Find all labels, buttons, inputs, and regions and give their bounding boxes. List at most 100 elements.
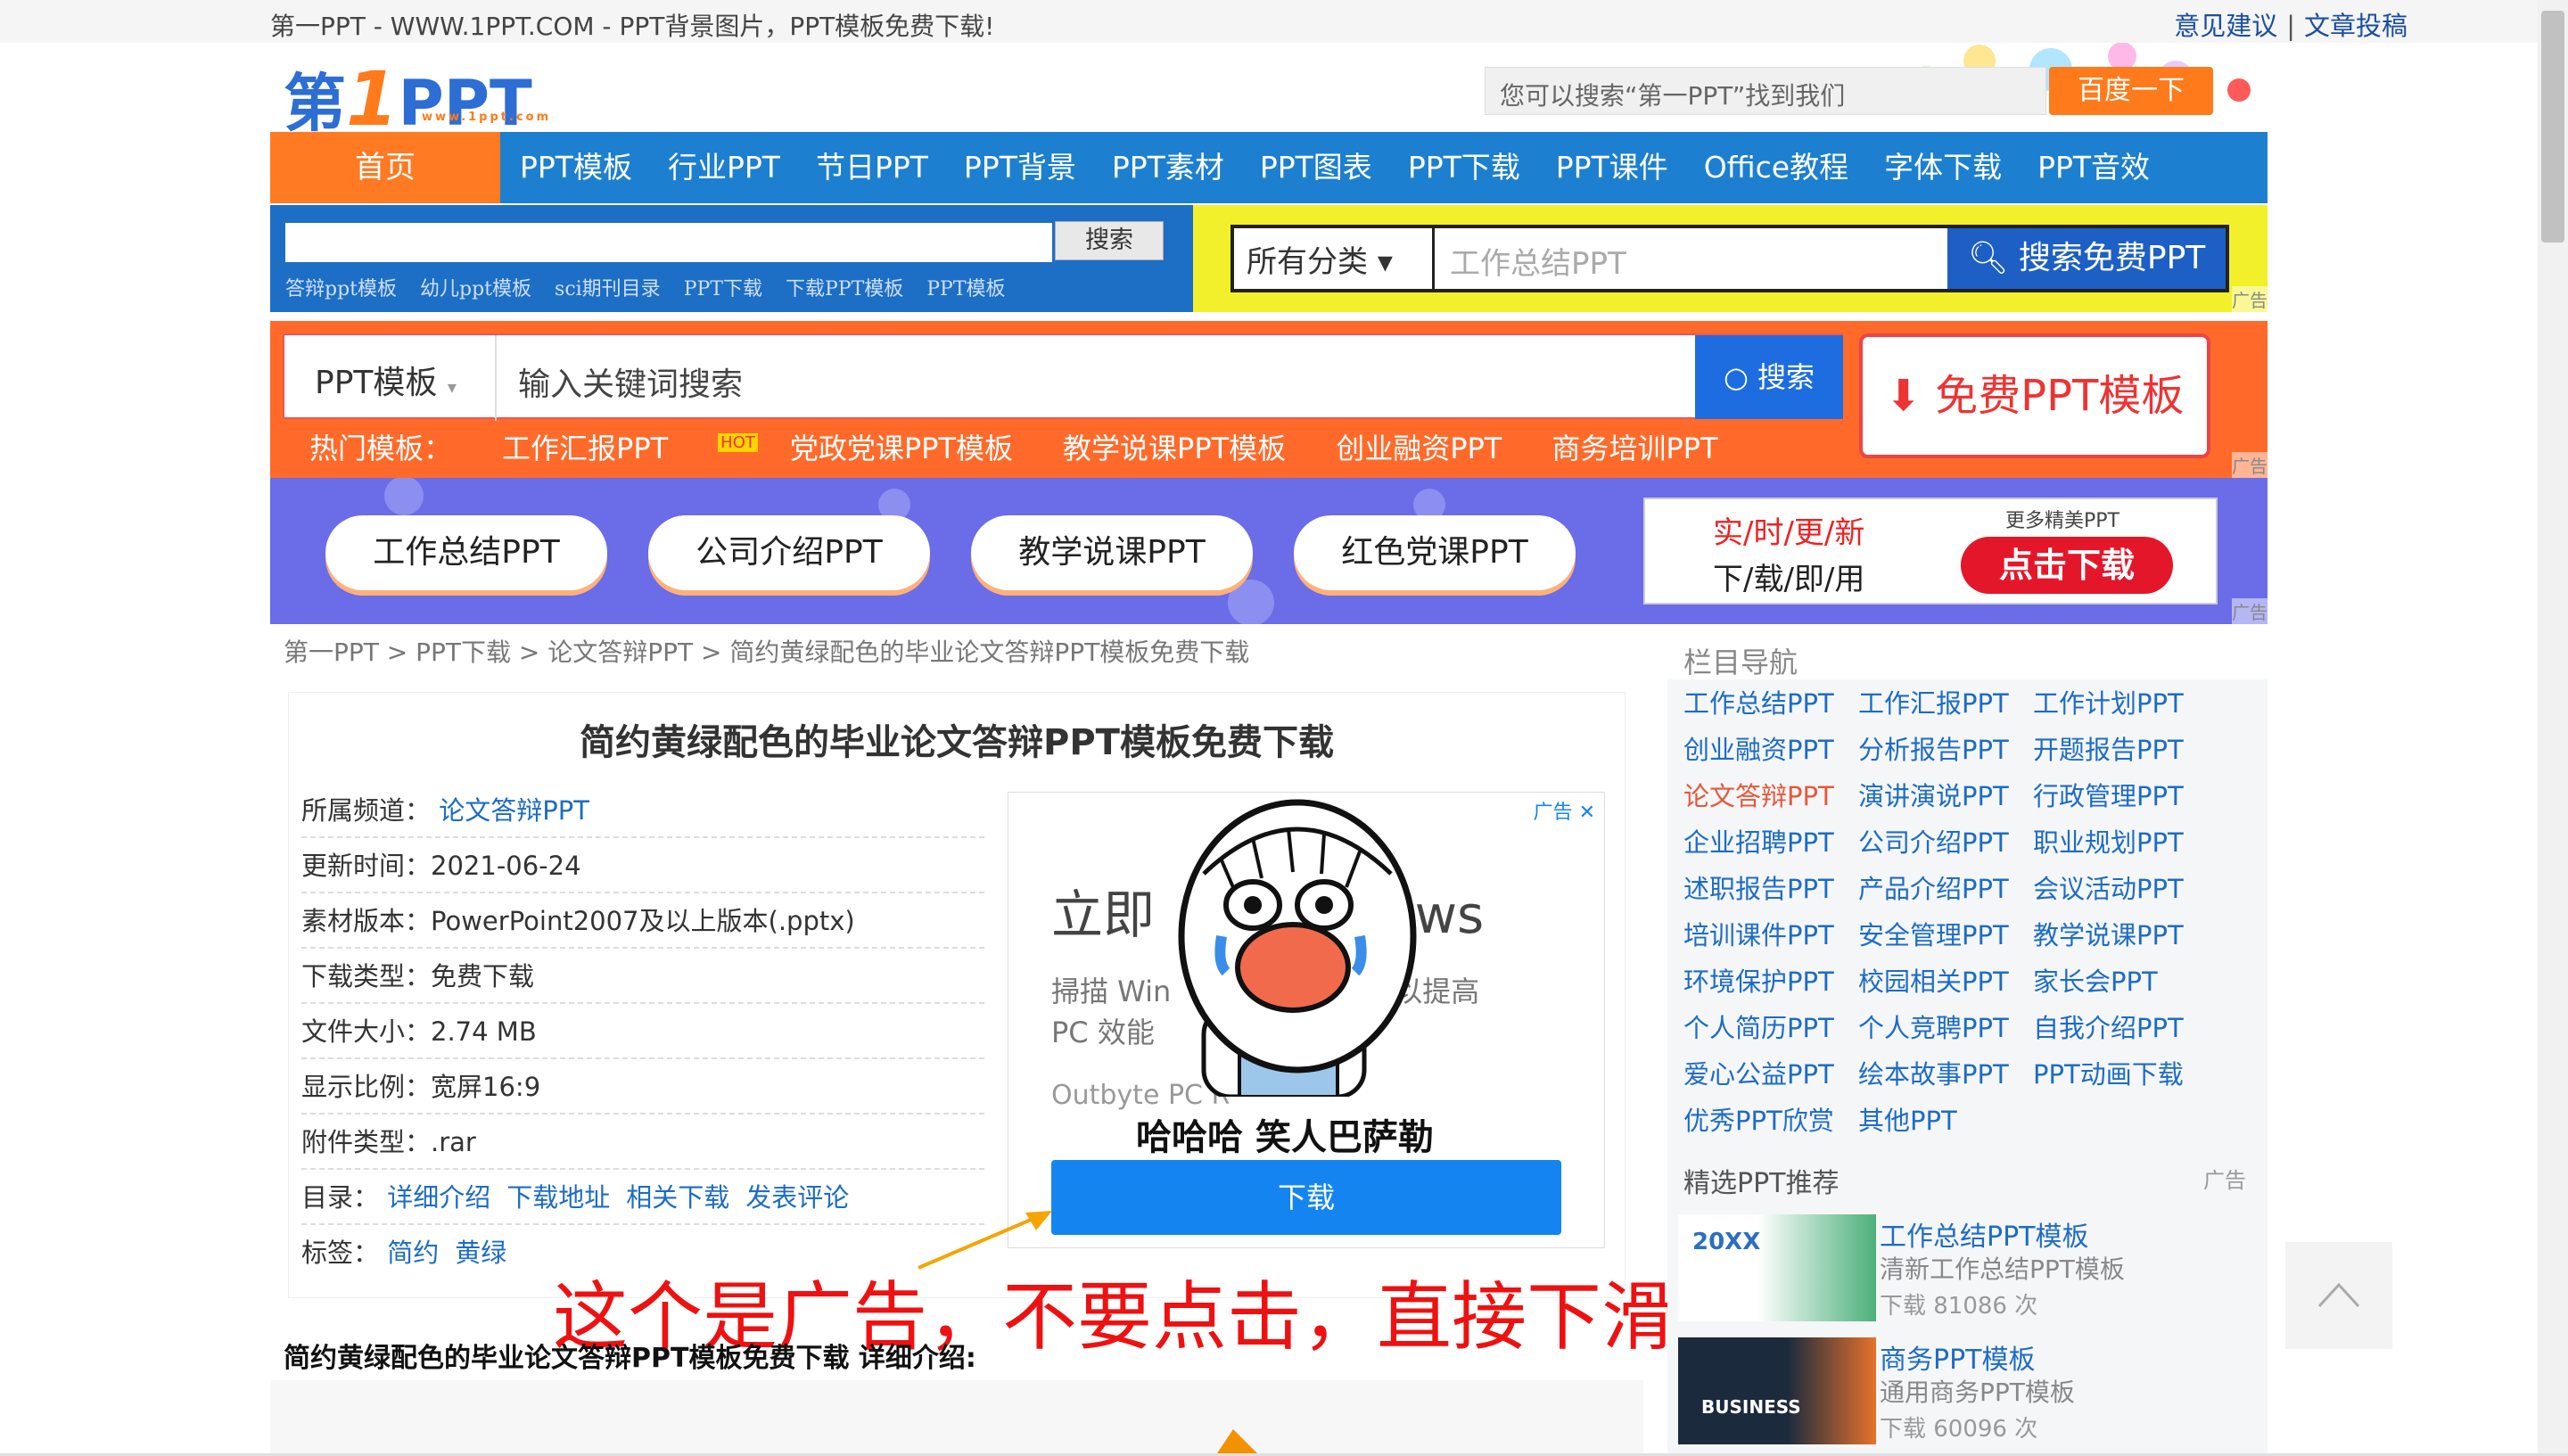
sidebar-links: 工作总结PPT 工作汇报PPT 工作计划PPT 创业融资PPT 分析报告PPT 开题报告P…	[1667, 679, 2268, 1150]
channel-link[interactable]: 论文答辩PPT	[439, 795, 589, 826]
sidebar-link[interactable]: 个人竞聘PPT	[1858, 1008, 2009, 1045]
breadcrumb-link[interactable]: 论文答辩PPT	[547, 638, 693, 667]
pill-work-summary[interactable]: 工作总结PPT	[325, 515, 607, 590]
sidebar-link[interactable]: 演讲演说PPT	[1858, 776, 2009, 813]
nav-item[interactable]: PPT背景	[964, 132, 1076, 203]
sidebar-link[interactable]: 公司介绍PPT	[1858, 822, 2009, 860]
sidebar-link[interactable]: 环境保护PPT	[1683, 961, 1834, 999]
sidebar-link[interactable]: 论文答辩PPT	[1683, 776, 1834, 813]
keyword-link[interactable]: 答辩ppt模板	[285, 273, 397, 301]
toc-link[interactable]: 相关下载	[626, 1182, 729, 1213]
recommend-title[interactable]: 工作总结PPT模板	[1880, 1214, 2089, 1254]
recommend-title[interactable]: 商务PPT模板	[1880, 1337, 2036, 1377]
keyword-search-input[interactable]: 输入关键词搜索	[518, 358, 743, 405]
submit-article-link[interactable]: 文章投稿	[2304, 11, 2408, 41]
sidebar-link[interactable]: 企业招聘PPT	[1683, 822, 1834, 860]
click-download-button[interactable]: 点击下载	[1961, 537, 2173, 594]
nav-item[interactable]: 行业PPT	[668, 132, 780, 203]
feedback-link[interactable]: 意见建议	[2174, 11, 2277, 41]
nav-item[interactable]: Office教程	[1704, 132, 1848, 203]
thumbnail[interactable]: BUSINESS	[1678, 1337, 1876, 1444]
nav-item[interactable]: PPT音效	[2037, 132, 2150, 203]
promo-box[interactable]: 实/时/更/新 下/载/即/用 更多精美PPT 点击下载	[1643, 498, 2218, 605]
scrollbar[interactable]	[2538, 0, 2568, 1456]
sidebar-link[interactable]: 工作总结PPT	[1683, 683, 1834, 720]
chevron-down-icon: ▾	[448, 376, 457, 398]
hot-link[interactable]: 党政党课PPT模板	[790, 426, 1013, 467]
thumbnail[interactable]: 20XX	[1678, 1214, 1876, 1321]
sidebar-link[interactable]: 工作计划PPT	[2033, 683, 2184, 720]
nav-item[interactable]: PPT素材	[1112, 132, 1224, 203]
baidu-search-button[interactable]: 百度一下	[2049, 67, 2213, 115]
sidebar-link[interactable]: 家长会PPT	[2033, 961, 2158, 999]
ad-tag[interactable]: 广告 ✕	[1534, 796, 1595, 825]
nav-item[interactable]: 字体下载	[1884, 132, 2002, 203]
sidebar-link[interactable]: 工作汇报PPT	[1858, 683, 2009, 720]
category-select[interactable]: 所有分类 ▾	[1247, 237, 1393, 281]
info-channel: 所属频道： 论文答辩PPT	[301, 783, 984, 838]
breadcrumb-link[interactable]: 第一PPT	[284, 638, 379, 667]
sidebar-link[interactable]: 分析报告PPT	[1858, 729, 2009, 767]
nav-item[interactable]: PPT图表	[1260, 132, 1372, 203]
keyword-link[interactable]: 下载PPT模板	[786, 273, 903, 301]
nav-item[interactable]: PPT模板	[520, 132, 632, 203]
sidebar-link[interactable]: 创业融资PPT	[1683, 729, 1834, 767]
sidebar-link[interactable]: 安全管理PPT	[1858, 915, 2009, 952]
ad-para2: PC 效能	[1051, 1016, 1155, 1049]
toc-link[interactable]: 下载地址	[506, 1182, 610, 1213]
small-search-input[interactable]	[285, 223, 1052, 262]
breadcrumb-link[interactable]: PPT下载	[416, 638, 511, 667]
site-logo[interactable]: 第1PPT www.1ppt.com	[284, 53, 532, 144]
hot-link[interactable]: 商务培训PPT	[1552, 426, 1717, 467]
sidebar-link[interactable]: 述职报告PPT	[1683, 868, 1834, 906]
template-category-select[interactable]: PPT模板 ▾	[315, 357, 457, 403]
keyword-link[interactable]: sci期刊目录	[555, 273, 661, 301]
sidebar-link[interactable]: 开题报告PPT	[2033, 729, 2184, 767]
info-attach: 附件类型：.rar	[301, 1115, 984, 1170]
nav-item[interactable]: PPT课件	[1556, 132, 1668, 203]
sidebar-link[interactable]: 培训课件PPT	[1683, 915, 1834, 952]
back-to-top-button[interactable]	[2285, 1242, 2392, 1349]
sidebar-link[interactable]: 校园相关PPT	[1858, 961, 2009, 999]
close-icon[interactable]: ✕	[1579, 802, 1595, 824]
yellow-search-input[interactable]: 工作总结PPT	[1450, 239, 1626, 283]
small-search-button[interactable]: 搜索	[1055, 221, 1164, 260]
hot-link[interactable]: 工作汇报PPT	[502, 432, 668, 465]
ad-download-button[interactable]: 下载	[1051, 1160, 1561, 1235]
nav-home[interactable]: 首页	[270, 132, 500, 203]
sidebar-link[interactable]: 其他PPT	[1858, 1100, 1957, 1138]
sidebar-link[interactable]: PPT动画下载	[2033, 1054, 2184, 1091]
pill-teaching[interactable]: 教学说课PPT	[971, 515, 1253, 590]
header-search-input[interactable]: 您可以搜索“第一PPT”找到我们	[1485, 67, 2046, 115]
keyword-link[interactable]: PPT下载	[684, 273, 762, 301]
free-ppt-template-button[interactable]: ⬇ 免费PPT模板	[1859, 333, 2210, 458]
toc-link[interactable]: 详细介绍	[387, 1182, 490, 1213]
search-free-ppt-button[interactable]: 🔍︎ 搜索免费PPT	[1947, 228, 2226, 289]
sidebar-link[interactable]: 优秀PPT欣赏	[1683, 1100, 1834, 1138]
sidebar-link[interactable]: 自我介绍PPT	[2033, 1008, 2184, 1045]
keyword-link[interactable]: PPT模板	[926, 273, 1005, 301]
pill-red-party[interactable]: 红色党课PPT	[1294, 515, 1576, 590]
pill-company-intro[interactable]: 公司介绍PPT	[648, 515, 930, 590]
sidebar-link[interactable]: 教学说课PPT	[2033, 915, 2184, 952]
ad-label: 广告	[2232, 286, 2268, 312]
tag-link[interactable]: 黄绿	[455, 1238, 506, 1268]
tag-link[interactable]: 简约	[387, 1238, 439, 1268]
sidebar-link[interactable]: 产品介绍PPT	[1858, 868, 2009, 906]
scrollbar-thumb[interactable]	[2541, 11, 2564, 243]
sidebar-link[interactable]: 行政管理PPT	[2033, 776, 2184, 813]
sidebar-link[interactable]: 爱心公益PPT	[1683, 1054, 1834, 1091]
toc-link[interactable]: 发表评论	[745, 1182, 849, 1213]
nav-item[interactable]: PPT下载	[1408, 132, 1520, 203]
hot-link[interactable]: 创业融资PPT	[1336, 426, 1502, 467]
sidebar-link[interactable]: 个人简历PPT	[1683, 1008, 1834, 1045]
keyword-link[interactable]: 幼儿ppt模板	[420, 273, 531, 301]
orange-search-button[interactable]: ○ 搜索	[1695, 335, 1843, 419]
sidebar-link[interactable]: 职业规划PPT	[2033, 822, 2184, 860]
hot-link[interactable]: 教学说课PPT模板	[1063, 426, 1286, 467]
nav-item[interactable]: 节日PPT	[816, 132, 928, 203]
sidebar-link[interactable]: 绘本故事PPT	[1858, 1054, 2009, 1091]
breadcrumb: 第一PPT > PPT下载 > 论文答辩PPT > 简约黄绿配色的毕业论文答辩P…	[284, 633, 1249, 669]
sidebar-link[interactable]: 会议活动PPT	[2033, 868, 2184, 906]
info-size: 文件大小：2.74 MB	[301, 1004, 984, 1059]
